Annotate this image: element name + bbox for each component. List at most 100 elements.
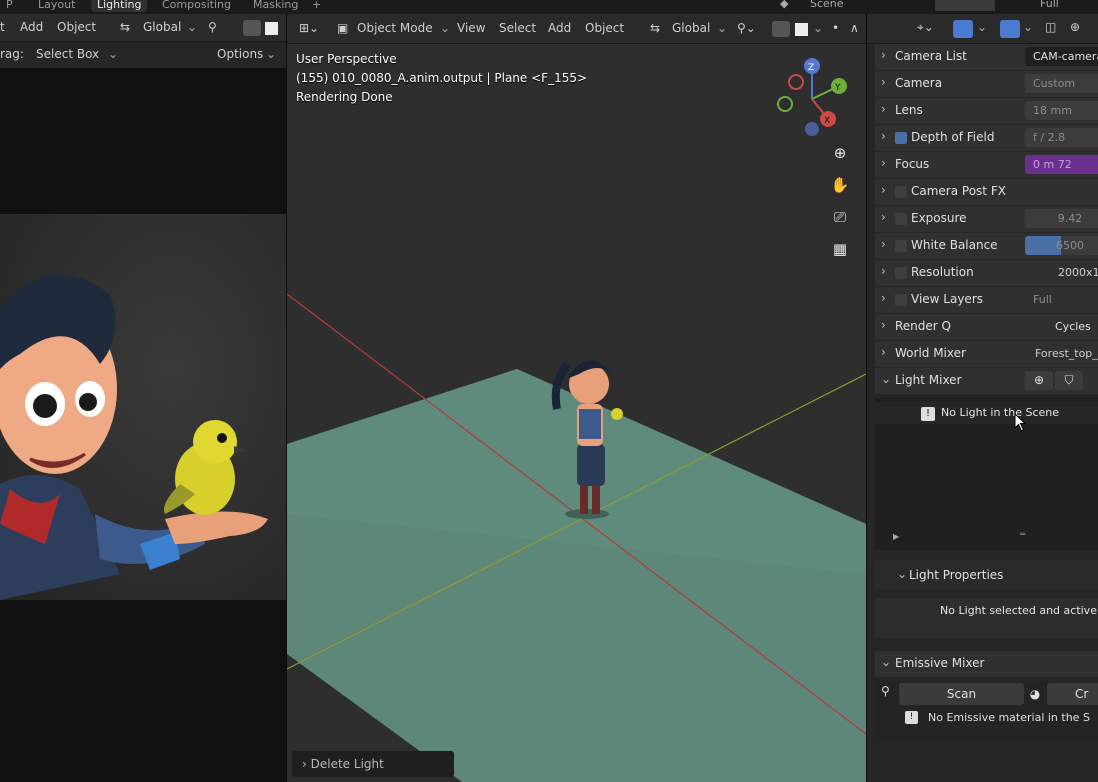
shading-solid-icon[interactable]: [265, 22, 278, 35]
panel-row-lens[interactable]: › Lens 18 mm: [875, 98, 1098, 124]
panel-row-exposure[interactable]: › Exposure 9.42: [875, 206, 1098, 232]
chevron-right-icon[interactable]: ›: [881, 129, 886, 143]
orientation-icon[interactable]: ⇆: [120, 20, 130, 34]
camera-value[interactable]: Custom: [1025, 74, 1098, 93]
shading-solid-icon[interactable]: [795, 23, 808, 36]
tab-prev[interactable]: P: [0, 0, 19, 12]
chevron-down-icon[interactable]: ⌄: [813, 21, 823, 35]
light-properties-header[interactable]: ⌄ Light Properties: [875, 560, 1098, 590]
focus-value[interactable]: 0 m 72: [1025, 155, 1098, 174]
chevron-down-icon[interactable]: ⌄: [881, 372, 891, 386]
dof-value[interactable]: f / 2.8: [1025, 128, 1098, 147]
select-box-dropdown[interactable]: Select Box: [36, 47, 99, 61]
chevron-right-icon[interactable]: ›: [881, 210, 886, 224]
panel-row-camera[interactable]: › Camera Custom: [875, 71, 1098, 97]
options-dropdown[interactable]: Options: [217, 47, 263, 61]
lens-value[interactable]: 18 mm: [1025, 101, 1098, 120]
panel-row-focus[interactable]: › Focus 0 m 72: [875, 152, 1098, 178]
scan-button[interactable]: Scan: [899, 683, 1024, 705]
view-layers-checkbox[interactable]: [895, 294, 907, 306]
exposure-value[interactable]: 9.42: [1025, 209, 1098, 228]
tab-masking[interactable]: Masking: [247, 0, 304, 12]
panel-row-world-mixer[interactable]: › World Mixer Forest_top_0: [875, 341, 1098, 367]
viewlayer-name[interactable]: Full: [1040, 0, 1059, 10]
white-balance-checkbox[interactable]: [895, 240, 907, 252]
post-fx-checkbox[interactable]: [895, 186, 907, 198]
object-mode-dropdown[interactable]: Object Mode: [357, 21, 433, 35]
light-mixer-list[interactable]: ! No Light in the Scene ▶ ═: [875, 398, 1098, 550]
left-add-menu[interactable]: Add: [20, 20, 43, 34]
add-workspace-button[interactable]: +: [306, 0, 327, 12]
white-balance-value[interactable]: 6500: [1025, 236, 1098, 255]
panel-row-resolution[interactable]: › Resolution 2000x10: [875, 260, 1098, 286]
xray-icon[interactable]: ◫: [1045, 20, 1056, 34]
object-menu[interactable]: Object: [585, 21, 624, 35]
left-menu-cut[interactable]: t: [0, 20, 5, 34]
view-menu[interactable]: View: [457, 21, 485, 35]
chevron-right-icon[interactable]: ›: [881, 291, 886, 305]
resolution-checkbox[interactable]: [895, 267, 907, 279]
select-menu[interactable]: Select: [499, 21, 536, 35]
zoom-icon[interactable]: ⊕: [827, 140, 853, 166]
panel-row-view-layers[interactable]: › View Layers Full: [875, 287, 1098, 313]
world-icon[interactable]: ◕: [1026, 683, 1044, 705]
chevron-right-icon[interactable]: ›: [881, 156, 886, 170]
panel-row-light-mixer[interactable]: ⌄ Light Mixer ⊕ ⛉: [875, 368, 1098, 394]
panel-row-camera-post-fx[interactable]: › Camera Post FX: [875, 179, 1098, 205]
scene-icon[interactable]: ◆: [780, 0, 788, 10]
camera-list-value[interactable]: CAM-camera: [1025, 47, 1098, 66]
light-tool-icon[interactable]: ⛉: [1055, 371, 1083, 390]
exposure-checkbox[interactable]: [895, 213, 907, 225]
resolution-value[interactable]: 2000x10: [1050, 263, 1098, 282]
grid-toggle-icon[interactable]: ▦: [827, 236, 853, 262]
camera-view-icon[interactable]: ⎚: [827, 204, 853, 230]
chevron-down-icon[interactable]: ⌄: [897, 567, 907, 581]
chevron-down-icon[interactable]: ⌄: [881, 655, 891, 669]
falloff-icon[interactable]: ∧: [850, 21, 859, 35]
wireframe-shading-icon[interactable]: ⊕: [1070, 20, 1080, 34]
add-menu[interactable]: Add: [548, 21, 571, 35]
chevron-down-icon[interactable]: ⌄: [187, 20, 197, 34]
chevron-down-icon[interactable]: ⌄: [717, 21, 727, 35]
chevron-right-icon[interactable]: ›: [881, 183, 886, 197]
create-button[interactable]: Cr: [1047, 683, 1098, 705]
left-orientation-dropdown[interactable]: Global: [143, 20, 181, 34]
orientation-icon[interactable]: ⇆: [650, 21, 660, 35]
chevron-down-icon[interactable]: ⌄: [108, 47, 118, 61]
snap-icon[interactable]: ⚲: [208, 20, 217, 34]
chevron-right-icon[interactable]: ›: [881, 318, 886, 332]
pivot-icon[interactable]: •: [832, 21, 839, 35]
chevron-down-icon[interactable]: ⌄: [440, 21, 450, 35]
chevron-down-icon[interactable]: ⌄: [977, 20, 987, 34]
chevron-right-icon[interactable]: ›: [881, 264, 886, 278]
world-mixer-value[interactable]: Forest_top_0: [1027, 344, 1098, 363]
overlay-toggle-icon[interactable]: [772, 21, 790, 37]
panel-row-camera-list[interactable]: › Camera List CAM-camera: [875, 44, 1098, 70]
chevron-right-icon[interactable]: ›: [881, 48, 886, 62]
editor-type-icon[interactable]: ⊞⌄: [299, 21, 319, 35]
left-object-menu[interactable]: Object: [57, 20, 96, 34]
orientation-dropdown[interactable]: Global: [672, 21, 710, 35]
overlays-toggle-icon[interactable]: [1000, 20, 1020, 38]
render-engine-value[interactable]: Cycles: [1047, 317, 1098, 336]
resize-handle-icon[interactable]: ═: [1020, 530, 1025, 540]
add-light-icon[interactable]: ⊕: [1025, 371, 1053, 390]
3d-viewport[interactable]: ⊞⌄ ▣ Object Mode ⌄ View Select Add Objec…: [287, 14, 866, 782]
scene-name[interactable]: Scene: [810, 0, 844, 10]
play-icon[interactable]: ▶: [893, 532, 899, 541]
chevron-right-icon[interactable]: ›: [881, 237, 886, 251]
panel-row-white-balance[interactable]: › White Balance 6500: [875, 233, 1098, 259]
chevron-right-icon[interactable]: ›: [881, 75, 886, 89]
view-layers-value[interactable]: Full: [1025, 290, 1098, 309]
search-icon[interactable]: ⚲: [881, 684, 890, 698]
snap-icon[interactable]: ⚲⌄: [737, 21, 756, 35]
object-mode-icon[interactable]: ▣: [337, 21, 348, 35]
pan-hand-icon[interactable]: ✋: [827, 172, 853, 198]
scene-actions[interactable]: [935, 0, 995, 11]
panel-row-render-q[interactable]: › Render Q Cycles: [875, 314, 1098, 340]
tab-compositing[interactable]: Compositing: [156, 0, 237, 12]
chevron-down-icon[interactable]: ⌄: [1023, 20, 1033, 34]
tab-lighting[interactable]: Lighting: [91, 0, 148, 12]
chevron-right-icon[interactable]: ›: [881, 102, 886, 116]
dof-checkbox[interactable]: [895, 132, 907, 144]
